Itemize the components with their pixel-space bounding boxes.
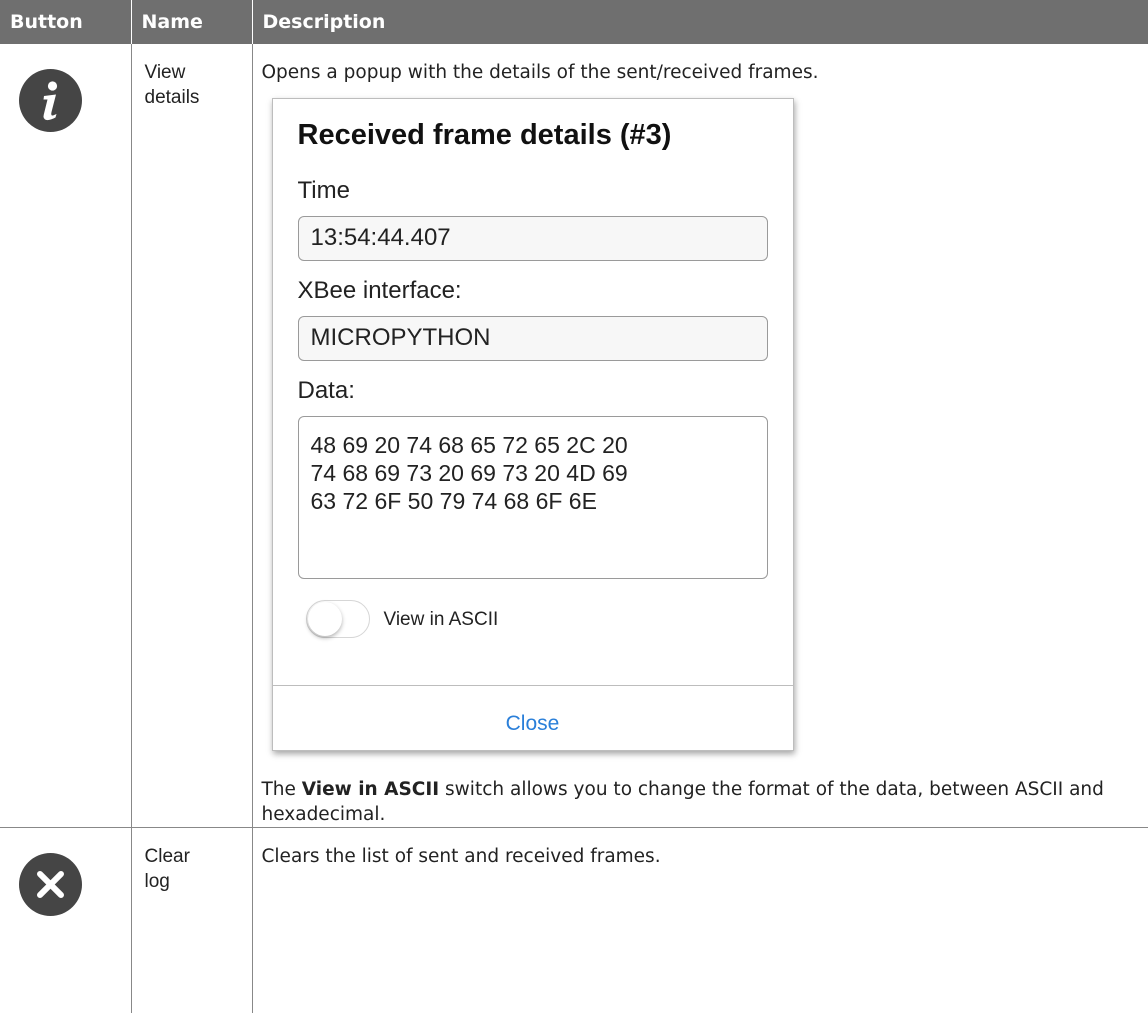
note-prefix: The	[262, 779, 302, 800]
data-line: 48 69 20 74 68 65 72 65 2C 20	[311, 431, 753, 459]
interface-label: XBee interface:	[298, 278, 768, 308]
table-header-row: Button Name Description	[0, 0, 1148, 44]
description-cell: Clears the list of sent and received fra…	[252, 828, 1148, 1013]
toggle-knob	[308, 602, 342, 636]
time-label: Time	[298, 178, 768, 208]
button-cell	[0, 828, 131, 1013]
time-field: 13:54:44.407	[298, 216, 768, 261]
name-cell: Clear log	[131, 828, 252, 1013]
header-button: Button	[0, 0, 131, 44]
data-label: Data:	[298, 378, 768, 408]
description-cell: Opens a popup with the details of the se…	[252, 44, 1148, 828]
ascii-toggle-row: View in ASCII	[306, 597, 768, 641]
table-row: Clear log Clears the list of sent and re…	[0, 828, 1148, 1013]
description-text: Clears the list of sent and received fra…	[262, 844, 1139, 869]
frame-details-popup-screenshot: Received frame details (#3) Time 13:54:4…	[272, 98, 794, 751]
name-line: log	[145, 869, 244, 894]
data-line: 74 68 69 73 20 69 73 20 4D 69	[311, 459, 753, 487]
header-name: Name	[131, 0, 252, 44]
name-line: Clear	[145, 844, 244, 869]
popup-title: Received frame details (#3)	[298, 99, 768, 161]
name-cell: View details	[131, 44, 252, 828]
ascii-note: The View in ASCII switch allows you to c…	[262, 777, 1139, 827]
ascii-toggle-switch	[306, 600, 370, 638]
header-description: Description	[252, 0, 1148, 44]
popup-divider	[273, 685, 793, 686]
data-textarea: 48 69 20 74 68 65 72 65 2C 20 74 68 69 7…	[298, 416, 768, 579]
info-icon	[19, 69, 82, 132]
button-cell	[0, 44, 131, 828]
table-row: View details Opens a popup with the deta…	[0, 44, 1148, 828]
interface-field: MICROPYTHON	[298, 316, 768, 361]
buttons-table: Button Name Description View details Ope…	[0, 0, 1148, 1013]
close-button-label: Close	[273, 711, 793, 736]
close-circle-icon	[19, 853, 82, 916]
note-bold: View in ASCII	[302, 779, 439, 800]
name-line: View	[145, 60, 244, 85]
description-text: Opens a popup with the details of the se…	[262, 60, 1139, 85]
data-line: 63 72 6F 50 79 74 68 6F 6E	[311, 487, 753, 515]
ascii-toggle-label: View in ASCII	[384, 607, 499, 632]
name-line: details	[145, 85, 244, 110]
